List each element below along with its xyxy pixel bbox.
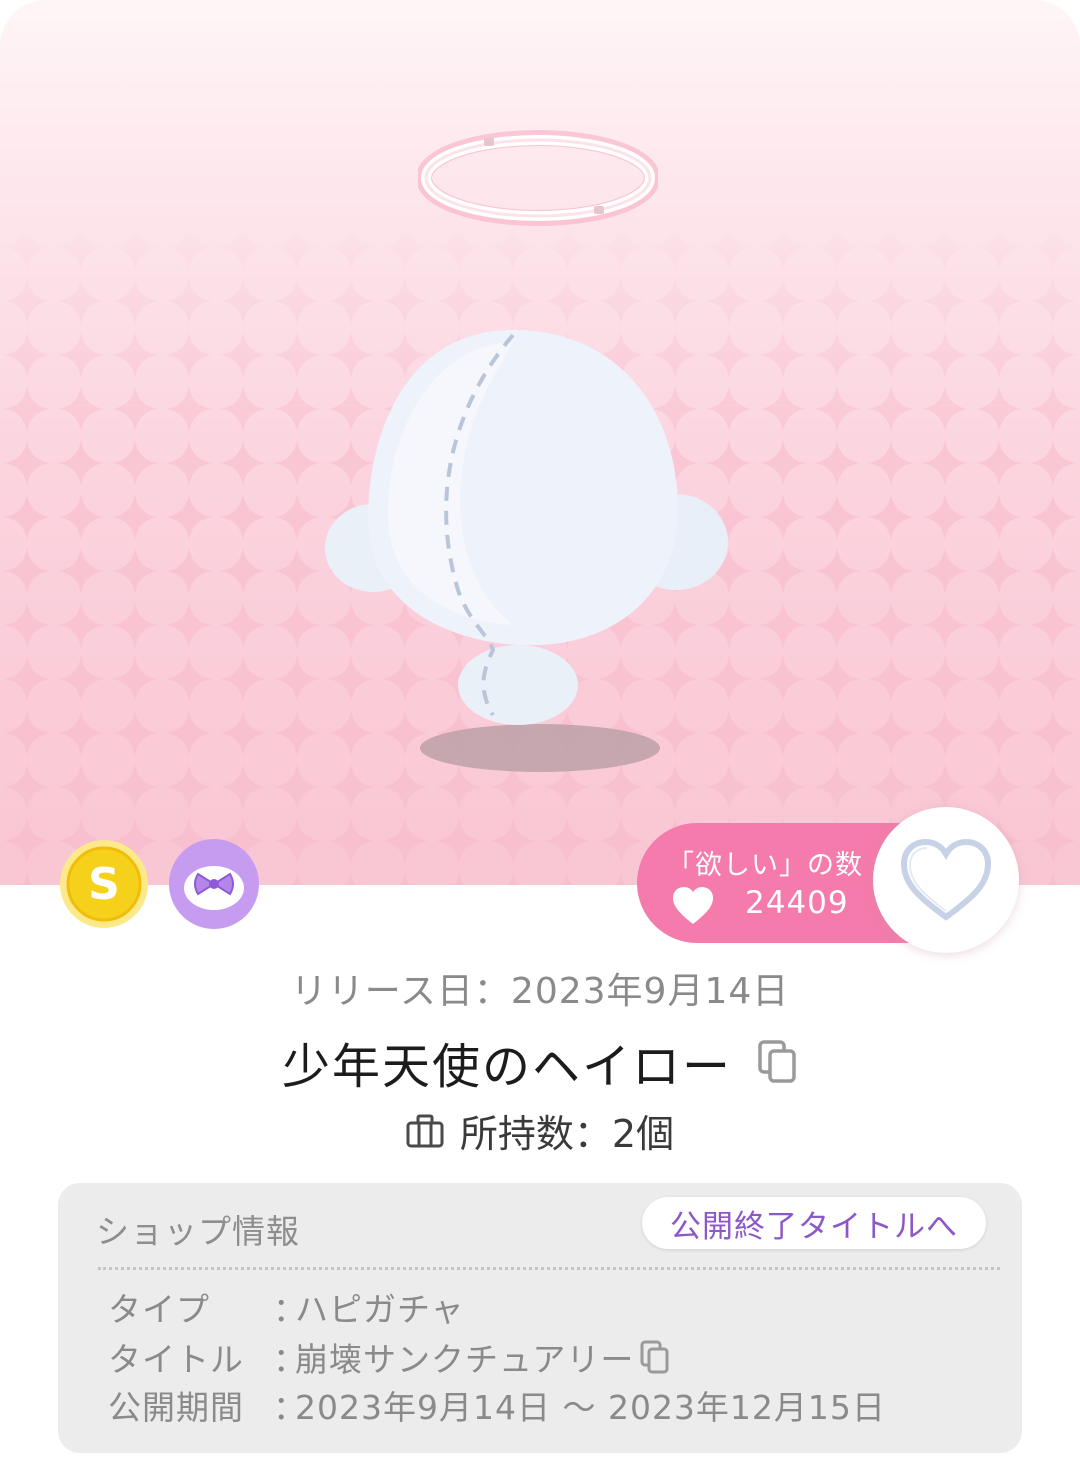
wish-label: 「欲しい」の数 [667,850,863,881]
info-row-type: タイプ ： ハピガチャ [108,1283,465,1331]
info-key: タイトル [108,1340,244,1379]
info-separator: ： [273,1290,307,1329]
copy-icon[interactable] [640,1340,670,1374]
info-separator: ： [273,1388,307,1427]
halo-item [418,130,658,226]
ended-titles-button[interactable]: 公開終了タイトルへ [642,1197,986,1249]
wish-count: 24409 [745,885,849,921]
info-key: 公開期間 [108,1388,244,1427]
info-value: 崩壊サンクチュアリー [295,1340,635,1379]
item-detail-card: S 「欲しい」の数 24409 リリース日：2023年9月14日 少年天使のヘイ… [0,0,1080,1465]
item-preview [0,0,1080,885]
shop-info-panel: ショップ情報 公開終了タイトルへ タイプ ： ハピガチャ タイトル ： 崩壊サン… [58,1183,1022,1453]
release-date: リリース日：2023年9月14日 [290,971,790,1012]
owned-count: 所持数：2個 [459,1112,675,1156]
owned-count-row: 所持数：2個 [0,1103,1080,1158]
bag-icon [406,1114,444,1147]
info-key: タイプ [108,1290,210,1329]
copy-icon[interactable] [758,1040,798,1084]
dotted-divider [98,1267,1000,1270]
heart-icon [673,887,713,924]
info-separator: ： [273,1340,307,1379]
info-value: ハピガチャ [295,1290,465,1329]
info-row-title: タイトル ： 崩壊サンクチュアリー [108,1333,670,1381]
ghost-mascot [325,330,728,772]
wish-heart-button[interactable] [873,807,1019,953]
svg-text:S: S [88,859,120,910]
bow-icon [168,838,260,930]
info-row-period: 公開期間 ： 2023年9月14日 ～ 2023年12月15日 [108,1381,886,1429]
info-value: 2023年9月14日 ～ 2023年12月15日 [295,1388,886,1427]
heart-outline-icon [900,838,992,921]
item-title: 少年天使のヘイロー [281,1039,732,1095]
coin-s-icon: S [58,838,150,930]
item-title-row: 少年天使のヘイロー [0,1027,1080,1097]
shop-info-heading: ショップ情報 [96,1212,300,1251]
